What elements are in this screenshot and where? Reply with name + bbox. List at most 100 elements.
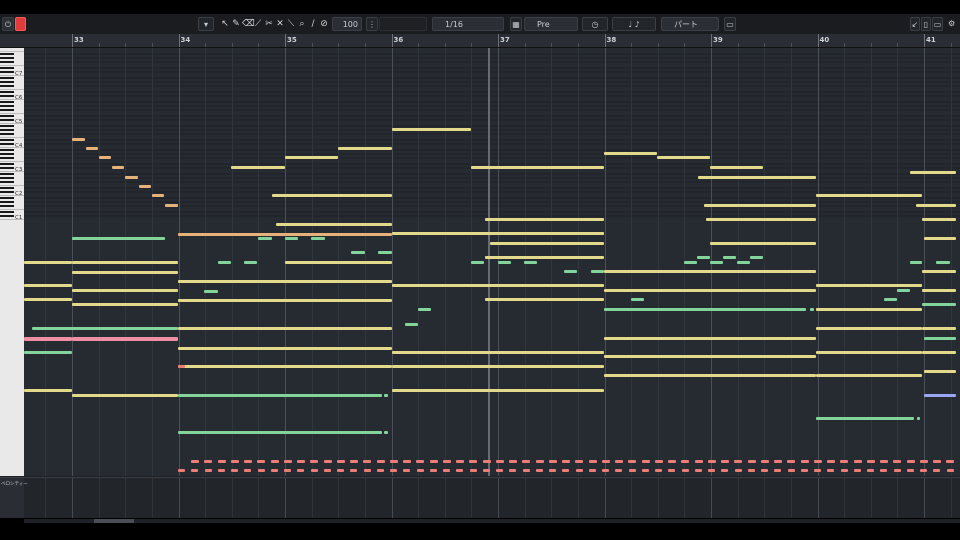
midi-note[interactable]: [604, 355, 816, 358]
midi-note[interactable]: [403, 469, 411, 472]
midi-note[interactable]: [707, 460, 716, 463]
window-icon[interactable]: ▭: [932, 17, 943, 31]
controller-lane-label[interactable]: ベロシティー: [0, 478, 28, 519]
midi-note[interactable]: [323, 469, 331, 472]
midi-note[interactable]: [485, 256, 604, 259]
midi-note[interactable]: [469, 469, 477, 472]
midi-note[interactable]: [24, 284, 72, 287]
midi-note[interactable]: [922, 289, 956, 292]
select-tool-icon[interactable]: ↖: [220, 18, 230, 30]
eraser-tool-icon[interactable]: ⌫: [242, 18, 255, 30]
midi-note[interactable]: [389, 460, 398, 463]
midi-note[interactable]: [482, 469, 490, 472]
midi-note[interactable]: [311, 237, 325, 240]
midi-note[interactable]: [336, 460, 345, 463]
midi-note[interactable]: [933, 460, 941, 463]
midi-note[interactable]: [152, 194, 164, 197]
midi-note[interactable]: [178, 299, 392, 302]
midi-note[interactable]: [178, 327, 392, 330]
midi-note[interactable]: [698, 176, 816, 179]
midi-note[interactable]: [139, 185, 151, 188]
midi-note[interactable]: [490, 242, 604, 245]
black-key[interactable]: [0, 71, 14, 73]
midi-note[interactable]: [800, 469, 808, 472]
midi-note[interactable]: [310, 460, 319, 463]
midi-note[interactable]: [390, 469, 397, 472]
black-key[interactable]: [0, 149, 14, 151]
midi-note[interactable]: [816, 308, 922, 311]
midi-note[interactable]: [72, 394, 178, 397]
black-key[interactable]: [0, 143, 14, 145]
midi-note[interactable]: [922, 218, 956, 221]
midi-note[interactable]: [946, 469, 954, 472]
velocity-lane-grid[interactable]: [24, 478, 960, 519]
midi-note[interactable]: [880, 469, 888, 472]
midi-note[interactable]: [522, 460, 531, 463]
midi-note[interactable]: [392, 284, 604, 287]
midi-note[interactable]: [485, 218, 604, 221]
midi-note[interactable]: [814, 469, 821, 472]
midi-note[interactable]: [285, 156, 338, 159]
midi-note[interactable]: [710, 166, 763, 169]
midi-note[interactable]: [813, 460, 822, 463]
midi-note[interactable]: [924, 337, 956, 340]
midi-note[interactable]: [704, 204, 816, 207]
midi-note[interactable]: [272, 194, 392, 197]
midi-note[interactable]: [392, 365, 604, 368]
midi-note[interactable]: [535, 460, 544, 463]
mouse-snap-icon[interactable]: ▾: [198, 17, 214, 31]
midi-note[interactable]: [893, 460, 902, 463]
chord-track-icon[interactable]: ▦: [510, 17, 522, 31]
midi-note[interactable]: [922, 327, 956, 330]
midi-note[interactable]: [601, 460, 610, 463]
midi-note[interactable]: [774, 460, 782, 463]
black-key[interactable]: [0, 77, 14, 79]
midi-note[interactable]: [24, 389, 72, 392]
midi-note[interactable]: [350, 469, 358, 472]
midi-note[interactable]: [549, 469, 556, 472]
midi-note[interactable]: [276, 223, 392, 226]
record-icon[interactable]: [15, 17, 26, 31]
midi-note[interactable]: [710, 261, 723, 264]
midi-note[interactable]: [337, 469, 344, 472]
trim-tool-icon[interactable]: ⟋: [253, 18, 263, 30]
midi-note[interactable]: [376, 460, 385, 463]
horizontal-scrollbar[interactable]: [24, 519, 960, 523]
midi-note[interactable]: [575, 460, 584, 463]
midi-note[interactable]: [384, 394, 388, 397]
black-key[interactable]: [0, 167, 14, 169]
grid-icon[interactable]: ⋮: [366, 17, 378, 31]
midi-note[interactable]: [880, 460, 888, 463]
midi-note[interactable]: [471, 261, 484, 264]
midi-note[interactable]: [910, 261, 922, 264]
midi-note[interactable]: [378, 251, 392, 254]
midi-note[interactable]: [535, 469, 543, 472]
midi-note[interactable]: [694, 460, 703, 463]
black-key[interactable]: [0, 153, 14, 155]
midi-note[interactable]: [734, 469, 742, 472]
midi-note[interactable]: [496, 469, 503, 472]
midi-note[interactable]: [24, 261, 72, 264]
midi-note[interactable]: [657, 156, 710, 159]
midi-note[interactable]: [750, 256, 763, 259]
midi-note[interactable]: [866, 460, 875, 463]
midi-note[interactable]: [654, 460, 663, 463]
midi-note[interactable]: [392, 128, 471, 131]
midi-note[interactable]: [910, 171, 956, 174]
midi-note[interactable]: [24, 337, 72, 341]
line-tool-icon[interactable]: ∕: [308, 18, 318, 30]
midi-note[interactable]: [443, 469, 450, 472]
midi-note[interactable]: [723, 256, 736, 259]
midi-note[interactable]: [178, 394, 382, 397]
midi-note[interactable]: [631, 298, 644, 301]
midi-note[interactable]: [641, 469, 649, 472]
color-scheme-dropdown[interactable]: パート: [661, 17, 719, 31]
midi-note[interactable]: [919, 460, 928, 463]
midi-note[interactable]: [524, 261, 537, 264]
midi-note[interactable]: [604, 152, 657, 155]
black-key[interactable]: [0, 187, 14, 189]
black-key[interactable]: [0, 115, 14, 117]
midi-note[interactable]: [178, 347, 392, 350]
midi-note[interactable]: [485, 298, 604, 301]
black-key[interactable]: [0, 101, 14, 103]
